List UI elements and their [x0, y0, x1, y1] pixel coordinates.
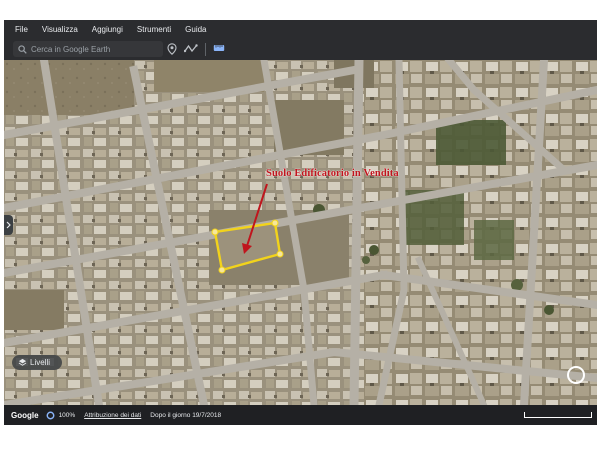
search-box[interactable] [13, 41, 163, 57]
menu-visualizza[interactable]: Visualizza [42, 25, 78, 34]
location-pin-icon[interactable] [167, 43, 177, 55]
ruler-icon[interactable] [213, 43, 225, 53]
menu-strumenti[interactable]: Strumenti [137, 25, 171, 34]
google-logo: Google [11, 410, 39, 420]
satellite-imagery [4, 60, 597, 405]
annotation-label: Suolo Edificatorio in Vendita [266, 168, 399, 179]
status-bar: Google 100% Attribuzione dei dati Dopo i… [4, 405, 597, 425]
google-earth-window: File Visualizza Aggiungi Strumenti Guida [4, 20, 597, 425]
collapse-panel-button[interactable] [4, 215, 13, 235]
layers-icon [18, 358, 27, 367]
layers-button[interactable]: Livelli [12, 355, 62, 370]
zoom-percentage: 100% [58, 411, 76, 419]
path-icon[interactable] [184, 43, 198, 55]
menu-file[interactable]: File [15, 25, 28, 34]
menu-guida[interactable]: Guida [185, 25, 206, 34]
imagery-date: Dopo il giorno 19/7/2018 [150, 411, 222, 419]
toolbar-divider [205, 43, 206, 56]
scale-bar [524, 412, 592, 418]
menu-aggiungi[interactable]: Aggiungi [92, 25, 123, 34]
menu-bar: File Visualizza Aggiungi Strumenti Guida [4, 20, 597, 39]
toolbar [4, 39, 597, 60]
data-attribution-link[interactable]: Attribuzione dei dati [84, 412, 141, 419]
compass-icon[interactable] [567, 366, 585, 384]
chevron-right-icon [6, 221, 11, 229]
satellite-map[interactable]: Suolo Edificatorio in Vendita Livelli [4, 60, 597, 405]
layers-label: Livelli [30, 358, 51, 367]
loading-ring-icon [46, 411, 55, 420]
search-icon [18, 44, 27, 54]
search-input[interactable] [31, 44, 151, 54]
